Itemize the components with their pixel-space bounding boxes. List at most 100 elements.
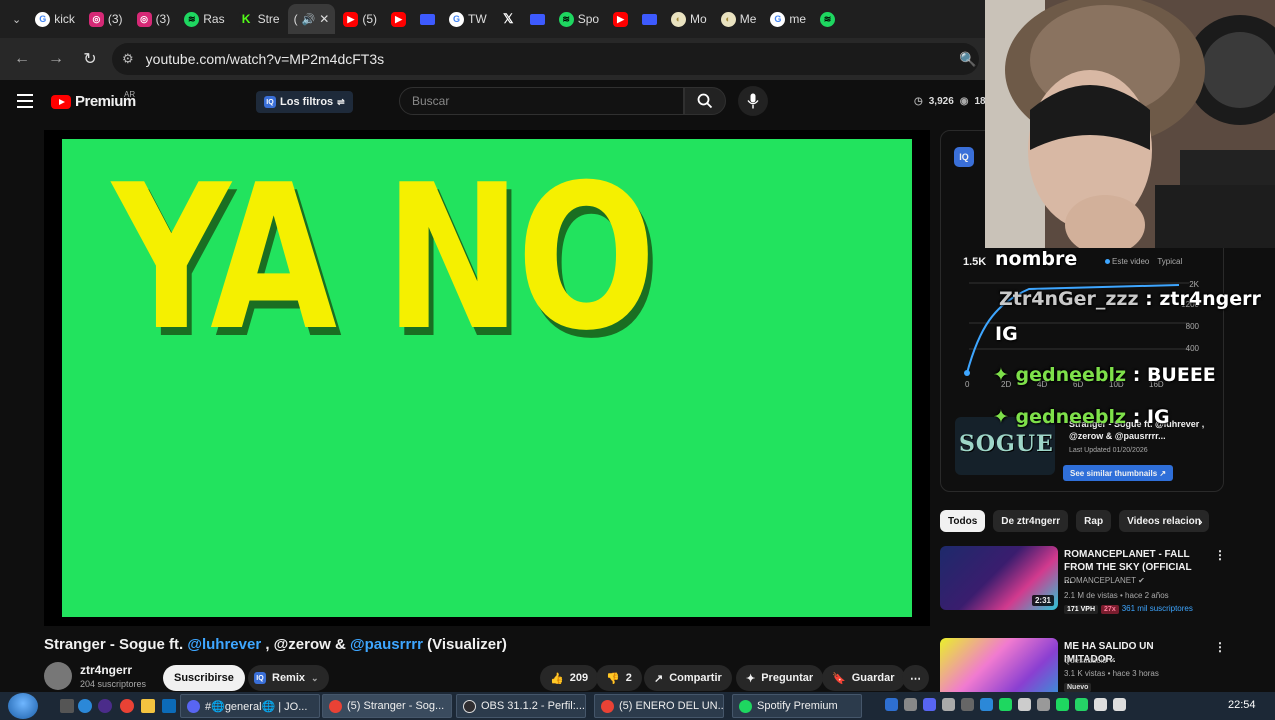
similar-thumbnails-button[interactable]: See similar thumbnails ↗	[1063, 465, 1174, 481]
taskbar-item-obs[interactable]: OBS 31.1.2 - Perfil:...	[456, 694, 586, 718]
video-frame: YA NO	[62, 139, 912, 617]
browser-tab[interactable]: ◐ Me	[715, 4, 763, 34]
reload-button[interactable]: ↻	[78, 47, 102, 71]
recommendation-thumbnail[interactable]	[940, 638, 1058, 692]
title-prefix: Stranger - Sogue ft.	[44, 636, 188, 653]
edge-icon[interactable]	[78, 699, 92, 713]
ask-label: Preguntar	[761, 672, 814, 684]
reload-icon: ↻	[83, 51, 97, 68]
browser-tab[interactable]: Gme	[764, 4, 812, 34]
chip-channel[interactable]: De ztr4ngerr	[993, 510, 1069, 532]
app-icon[interactable]	[98, 699, 112, 713]
browser-tab[interactable]: ≋	[814, 4, 841, 34]
tray-icon[interactable]	[961, 698, 974, 711]
search-button[interactable]	[684, 87, 726, 115]
forward-button[interactable]: →	[44, 47, 68, 71]
chat-message: ✦ gedneeblz : BUEEE	[993, 364, 1216, 386]
monitor-icon	[529, 13, 545, 25]
browser-tab[interactable]: ▶	[607, 4, 634, 34]
tray-icon[interactable]	[1018, 698, 1031, 711]
youtube-logo[interactable]: Premium	[51, 93, 136, 110]
chip-all[interactable]: Todos	[940, 510, 986, 532]
channel-avatar[interactable]	[44, 662, 72, 690]
dislike-button[interactable]: 👎 2	[596, 665, 642, 691]
browser-tab[interactable]	[636, 4, 663, 34]
tab-list-button[interactable]: ⌄	[6, 4, 27, 34]
ask-button[interactable]: ✦ Preguntar	[736, 665, 824, 691]
mention-link[interactable]: @pausrrrr	[350, 636, 423, 653]
share-button[interactable]: ↗ Compartir	[644, 665, 732, 691]
taskbar-item-spotify[interactable]: Spotify Premium	[732, 694, 862, 718]
tray-icon[interactable]	[1075, 698, 1088, 711]
channel-name[interactable]: ztr4ngerr	[80, 663, 132, 677]
browser-tab[interactable]: ≋ Ras	[178, 4, 230, 34]
tray-icon[interactable]	[923, 698, 936, 711]
recommendation-thumbnail[interactable]: 2:31	[940, 546, 1058, 610]
voice-search-button[interactable]	[738, 86, 768, 116]
video-player[interactable]: YA NO	[44, 130, 930, 626]
google-icon: G	[449, 11, 465, 27]
tray-icon[interactable]	[1056, 698, 1069, 711]
browser-tab[interactable]: ▶	[385, 4, 412, 34]
zoom-icon[interactable]: 🔍	[959, 51, 979, 68]
more-vertical-icon[interactable]: ⋮	[1214, 640, 1226, 654]
taskbar-clock[interactable]: 22:54	[1228, 699, 1256, 711]
browser-tab[interactable]	[414, 4, 441, 34]
search-input[interactable]: Buscar	[399, 87, 684, 115]
taskbar-item-chrome[interactable]: (5) Stranger - Sog...	[322, 694, 452, 718]
browser-tab[interactable]: Gkick	[29, 4, 81, 34]
filters-button[interactable]: IQ Los filtros ⇌	[256, 91, 353, 113]
subscribe-button[interactable]: Suscribirse	[163, 665, 245, 691]
show-desktop-icon[interactable]	[60, 699, 74, 713]
chip-rap[interactable]: Rap	[1076, 510, 1112, 532]
network-icon[interactable]	[1094, 698, 1107, 711]
browser-tab[interactable]: ◐ Mo	[665, 4, 713, 34]
tray-icon[interactable]	[885, 698, 898, 711]
site-info-icon[interactable]: ⚙	[122, 51, 134, 67]
mention-link[interactable]: @luhrever	[187, 636, 261, 653]
browser-tab[interactable]: ≋ Spo	[553, 4, 605, 34]
browser-tab[interactable]: ◎ (3)	[131, 4, 177, 34]
store-icon[interactable]	[162, 699, 176, 713]
browser-tab[interactable]	[524, 4, 551, 34]
browser-tab[interactable]: K Stre	[233, 4, 286, 34]
tab-label: TW	[468, 12, 487, 26]
more-vertical-icon[interactable]: ⋮	[1214, 548, 1226, 562]
share-label: Compartir	[669, 672, 722, 684]
volume-icon[interactable]	[1113, 698, 1126, 711]
browser-tab[interactable]: G TW	[443, 4, 493, 34]
youtube-icon: ▶	[343, 11, 359, 27]
browser-tab-active[interactable]: (🔊 ✕	[287, 4, 336, 34]
address-bar[interactable]: ⚙ youtube.com/watch?v=MP2m4dcFT3s 🔍	[112, 43, 979, 75]
folder-icon[interactable]	[141, 699, 155, 713]
browser-tab[interactable]: 𝕏	[495, 4, 522, 34]
search-icon	[697, 93, 713, 109]
tray-icon[interactable]	[904, 698, 917, 711]
taskbar-item-discord[interactable]: #🌐general🌐 | JO...	[180, 694, 320, 718]
chrome-icon[interactable]	[120, 699, 134, 713]
like-button[interactable]: 👍 209	[540, 665, 599, 691]
menu-icon[interactable]	[17, 94, 33, 108]
recommendation-item[interactable]: 2:31 ROMANCEPLANET - FALL FROM THE SKY (…	[940, 546, 1230, 616]
tray-icon[interactable]	[942, 698, 955, 711]
discord-icon	[187, 699, 200, 713]
browser-tab[interactable]: ▶ (5)	[337, 4, 383, 34]
tray-icon[interactable]	[980, 698, 993, 711]
recommendation-item[interactable]: ME HA SALIDO UN IMITADOR. Quesadacid ✔ 3…	[940, 638, 1230, 692]
start-button[interactable]	[8, 693, 38, 719]
remix-button[interactable]: IQ Remix ⌄	[248, 665, 329, 691]
chevron-right-icon[interactable]: ›	[1198, 513, 1203, 529]
chip-related[interactable]: Videos relacion	[1119, 510, 1209, 532]
line-point	[964, 370, 970, 376]
subs-count: 361 mil suscriptores	[1121, 604, 1193, 613]
kick-icon: K	[238, 11, 254, 27]
close-tab-icon[interactable]: ✕	[319, 12, 329, 26]
back-button[interactable]: ←	[10, 47, 34, 71]
tray-icon[interactable]	[1037, 698, 1050, 711]
sparkle-icon: ✦	[993, 364, 1009, 386]
taskbar-item-chrome-2[interactable]: (5) ENERO DEL UN...	[594, 694, 724, 718]
more-actions-button[interactable]: ⋯	[902, 665, 929, 691]
browser-tab[interactable]: ◎ (3)	[83, 4, 129, 34]
tray-icon[interactable]	[999, 698, 1012, 711]
save-button[interactable]: 🔖 Guardar	[822, 665, 905, 691]
